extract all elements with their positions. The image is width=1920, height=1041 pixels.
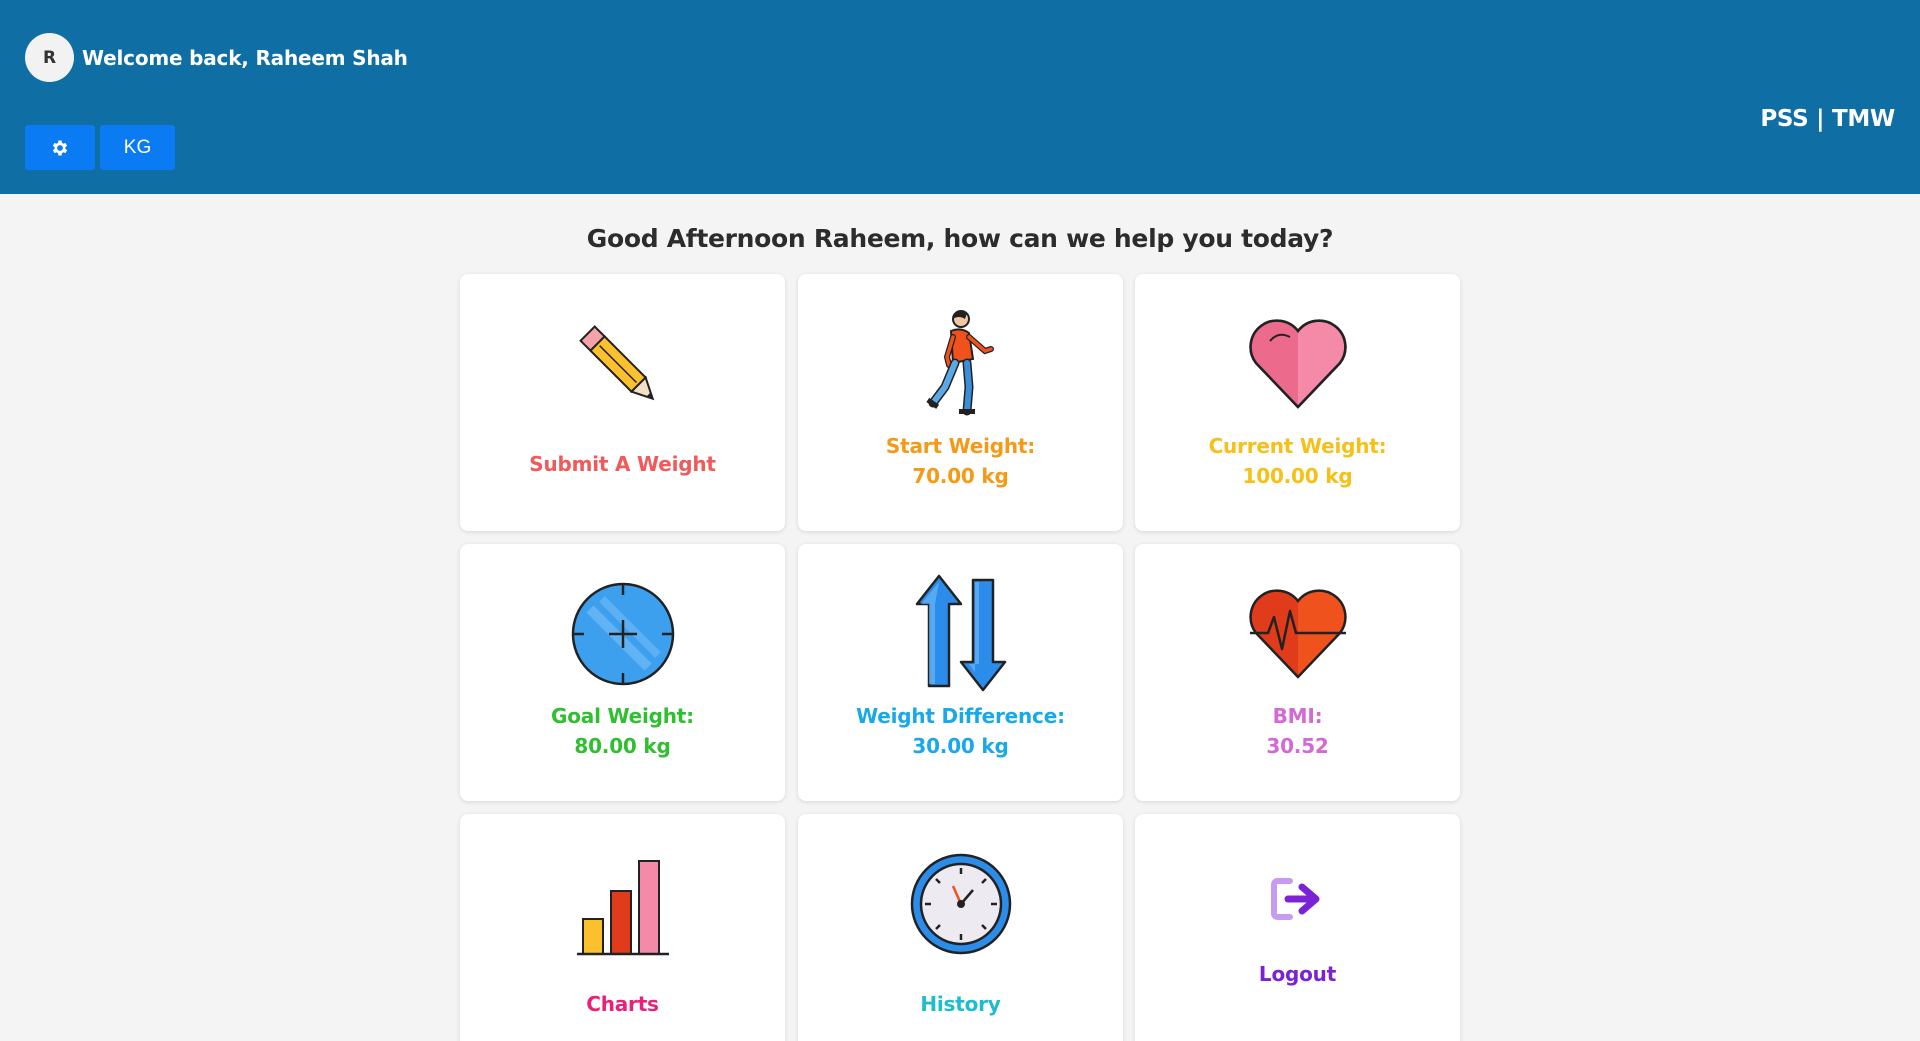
card-value: 30.00 kg [912, 734, 1009, 758]
card-value: 80.00 kg [574, 734, 671, 758]
card-label: History [920, 992, 1001, 1016]
unit-toggle-button[interactable]: KG [100, 125, 175, 170]
card-label: Weight Difference: [856, 704, 1065, 728]
page-greeting: Good Afternoon Raheem, how can we help y… [586, 224, 1334, 253]
card-value: 30.52 [1266, 734, 1329, 758]
goal-weight-card[interactable]: Goal Weight: 80.00 kg [460, 544, 785, 801]
bar-chart-icon [576, 860, 669, 956]
heart-icon [1248, 319, 1347, 409]
brand-text: PSS | TMW [1760, 106, 1895, 132]
current-weight-card[interactable]: Current Weight: 100.00 kg [1135, 274, 1460, 531]
card-label: Start Weight: [885, 434, 1036, 458]
settings-button[interactable] [25, 125, 95, 170]
card-label: BMI: [1272, 704, 1323, 728]
user-info: R Welcome back, Raheem Shah [25, 33, 408, 82]
card-label: Goal Weight: [551, 704, 694, 728]
bmi-card[interactable]: BMI: 30.52 [1135, 544, 1460, 801]
welcome-text: Welcome back, Raheem Shah [82, 45, 408, 70]
walking-person-icon [925, 309, 994, 415]
clock-icon [910, 853, 1011, 955]
card-label: Charts [586, 992, 659, 1016]
avatar[interactable]: R [25, 33, 74, 82]
logout-icon [1270, 878, 1319, 920]
card-label: Logout [1258, 962, 1337, 986]
card-label: Current Weight: [1208, 434, 1387, 458]
card-value: 70.00 kg [912, 464, 1009, 488]
heartbeat-icon [1248, 589, 1347, 679]
start-weight-card[interactable]: Start Weight: 70.00 kg [798, 274, 1123, 531]
gear-icon [52, 140, 68, 155]
header-bar: R Welcome back, Raheem Shah KG PSS | TMW [0, 0, 1920, 194]
pencil-icon [578, 325, 654, 401]
weight-difference-card[interactable]: Weight Difference: 30.00 kg [798, 544, 1123, 801]
card-label: Submit A Weight [529, 452, 716, 476]
logout-card[interactable]: Logout [1135, 814, 1460, 1041]
up-down-arrows-icon [915, 574, 1006, 692]
card-value: 100.00 kg [1242, 464, 1353, 488]
target-icon [571, 582, 674, 686]
history-card[interactable]: History [798, 814, 1123, 1041]
submit-weight-card[interactable]: Submit A Weight [460, 274, 785, 531]
charts-card[interactable]: Charts [460, 814, 785, 1041]
